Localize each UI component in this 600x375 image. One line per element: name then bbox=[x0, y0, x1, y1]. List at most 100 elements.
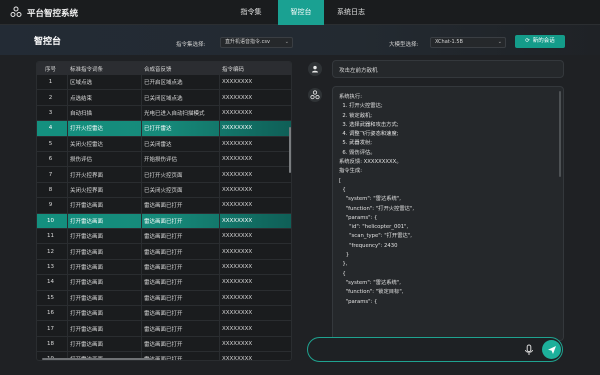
cell-code: XXXXXXXX bbox=[222, 233, 253, 240]
column-divider bbox=[219, 75, 220, 90]
user-icon bbox=[312, 65, 318, 73]
chevron-down-icon: ⌄ bbox=[497, 39, 502, 45]
cell-command: 关闭火控雷达 bbox=[70, 141, 104, 148]
user-message: 攻击左前方敌机 bbox=[332, 60, 564, 78]
response-line: "function": "打开火控雷达", bbox=[339, 205, 415, 212]
cell-feedback: 雷达画面已打开 bbox=[144, 341, 183, 348]
table-row[interactable]: 10 打开雷达画面 雷达画面已打开 XXXXXXXX bbox=[37, 213, 291, 229]
column-divider bbox=[219, 275, 220, 290]
column-divider bbox=[67, 75, 68, 90]
assistant-icon bbox=[310, 90, 320, 100]
table-row[interactable]: 1 区域点选 已开启区域点选 XXXXXXXX bbox=[37, 75, 291, 91]
cell-feedback: 已关闭雷达 bbox=[144, 141, 172, 148]
column-divider bbox=[67, 259, 68, 275]
table-row[interactable]: 8 关闭火控界面 已关闭火控页面 XXXXXXXX bbox=[37, 182, 291, 199]
column-divider bbox=[219, 182, 220, 198]
cell-feedback: 雷达画面已打开 bbox=[144, 218, 183, 225]
column-divider bbox=[141, 121, 142, 136]
new-session-button[interactable]: ⟳ 新的会话 bbox=[515, 35, 565, 48]
cell-command: 打开火控雷达 bbox=[70, 126, 104, 133]
cell-feedback: 已关闭火控页面 bbox=[144, 187, 183, 194]
column-divider bbox=[67, 182, 68, 198]
column-divider bbox=[141, 306, 142, 321]
column-divider bbox=[67, 152, 68, 167]
cell-command: 打开雷达画面 bbox=[70, 341, 104, 348]
response-line: { bbox=[339, 270, 346, 277]
table-horizontal-scrollbar[interactable] bbox=[42, 358, 152, 360]
column-divider bbox=[67, 244, 68, 259]
cell-code: XXXXXXXX bbox=[222, 186, 253, 193]
table-row[interactable]: 11 打开雷达画面 雷达画面已打开 XXXXXXXX bbox=[37, 229, 291, 245]
column-divider bbox=[219, 167, 220, 182]
cell-command: 打开雷达画面 bbox=[70, 326, 104, 333]
column-divider bbox=[67, 306, 68, 321]
tab-control-console[interactable]: 智控台 bbox=[278, 0, 324, 25]
column-divider bbox=[219, 336, 220, 352]
instruction-set-select[interactable]: 直升机语音指令.csv ⌄ bbox=[220, 37, 293, 48]
response-line: "function": "锁定目标", bbox=[339, 289, 404, 296]
column-header-index: 序号 bbox=[44, 66, 56, 73]
model-label: 大模型选择: bbox=[389, 42, 419, 48]
response-line: 5. 武器发射; bbox=[339, 140, 373, 147]
column-divider bbox=[141, 290, 142, 305]
cell-code: XXXXXXXX bbox=[222, 340, 253, 347]
cell-command: 打开雷达画面 bbox=[70, 280, 104, 287]
cell-feedback: 雷达画面已打开 bbox=[144, 203, 183, 210]
cell-index: 6 bbox=[48, 156, 53, 163]
table-row[interactable]: 5 关闭火控雷达 已关闭雷达 XXXXXXXX bbox=[37, 136, 291, 152]
table-row[interactable]: 18 打开雷达画面 雷达画面已打开 XXXXXXXX bbox=[37, 336, 291, 353]
column-header-command: 标准指令词条 bbox=[70, 66, 104, 73]
cell-code: XXXXXXXX bbox=[222, 294, 253, 301]
column-divider bbox=[67, 167, 68, 182]
response-line: "system": "雷达系统", bbox=[339, 196, 401, 203]
cell-code: XXXXXXXX bbox=[222, 325, 253, 332]
send-button[interactable] bbox=[542, 340, 561, 359]
table-vertical-scrollbar[interactable] bbox=[289, 127, 291, 173]
column-divider bbox=[67, 121, 68, 136]
table-row[interactable]: 14 打开雷达画面 雷达画面已打开 XXXXXXXX bbox=[37, 275, 291, 291]
table-row[interactable]: 7 打开火控界面 已打开火控页面 XXXXXXXX bbox=[37, 167, 291, 183]
cell-feedback: 已打开火控页面 bbox=[144, 172, 183, 179]
cell-index: 7 bbox=[48, 171, 53, 178]
table-row[interactable]: 9 打开雷达画面 雷达画面已打开 XXXXXXXX bbox=[37, 198, 291, 214]
cell-feedback: 雷达画面已打开 bbox=[144, 311, 183, 318]
cell-code: XXXXXXXX bbox=[222, 140, 253, 147]
column-divider bbox=[141, 321, 142, 336]
cell-command: 关闭火控界面 bbox=[70, 187, 104, 194]
table-row[interactable]: 6 损伤评估 开始损伤评估 XXXXXXXX bbox=[37, 152, 291, 168]
column-divider bbox=[141, 90, 142, 105]
column-divider bbox=[141, 75, 142, 90]
tab-instruction-set[interactable]: 指令集 bbox=[228, 0, 274, 25]
cell-index: 2 bbox=[48, 94, 53, 101]
table-row[interactable]: 12 打开雷达画面 雷达画面已打开 XXXXXXXX bbox=[37, 244, 291, 260]
cell-index: 3 bbox=[48, 109, 53, 116]
model-select[interactable]: XChat-1.5B ⌄ bbox=[430, 37, 506, 48]
response-line: "id": "helicopter_001", bbox=[339, 224, 409, 231]
response-line: 6. 毁伤评估。 bbox=[339, 149, 376, 156]
column-divider bbox=[141, 152, 142, 167]
response-line: [ bbox=[339, 177, 342, 184]
table-row[interactable]: 13 打开雷达画面 雷达画面已打开 XXXXXXXX bbox=[37, 259, 291, 276]
table-row[interactable]: 17 打开雷达画面 雷达画面已打开 XXXXXXXX bbox=[37, 321, 291, 337]
chat-input[interactable] bbox=[318, 343, 518, 357]
table-row[interactable]: 2 点选结束 已关闭区域点选 XXXXXXXX bbox=[37, 90, 291, 106]
column-divider bbox=[141, 198, 142, 213]
column-divider bbox=[141, 229, 142, 244]
table-row[interactable]: 3 自动扫描 光电已进入自动扫描模式 XXXXXXXX bbox=[37, 105, 291, 122]
mic-icon[interactable] bbox=[522, 343, 536, 357]
table-row[interactable]: 15 打开雷达画面 雷达画面已打开 XXXXXXXX bbox=[37, 290, 291, 306]
instruction-table: 序号 标准指令词条 合成音反馈 指令编码 1 区域点选 已开启区域点选 XXXXXXX… bbox=[36, 61, 292, 361]
column-header-code: 指令编码 bbox=[222, 66, 245, 73]
cell-index: 13 bbox=[47, 263, 54, 270]
column-divider bbox=[67, 105, 68, 121]
column-divider bbox=[67, 229, 68, 244]
instruction-set-value: 直升机语音指令.csv bbox=[225, 39, 270, 45]
response-scrollbar[interactable] bbox=[559, 91, 561, 177]
tab-system-log[interactable]: 系统日志 bbox=[328, 0, 374, 25]
cell-code: XXXXXXXX bbox=[222, 248, 253, 255]
cell-code: XXXXXXXX bbox=[222, 156, 253, 163]
column-divider bbox=[219, 105, 220, 121]
table-row[interactable]: 16 打开雷达画面 雷达画面已打开 XXXXXXXX bbox=[37, 306, 291, 322]
response-line: 4. 调整飞行姿态和速度; bbox=[339, 131, 399, 138]
table-row[interactable]: 4 打开火控雷达 已打开雷达 XXXXXXXX bbox=[37, 121, 291, 137]
